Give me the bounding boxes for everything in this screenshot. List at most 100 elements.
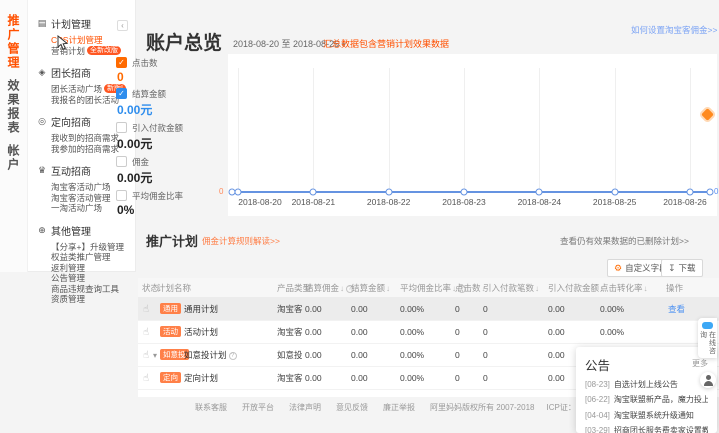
plan-type-badge-label: 定向 xyxy=(160,372,181,383)
footer-link[interactable]: 法律声明 xyxy=(289,403,321,412)
column-header-8[interactable]: 引入付款笔数↓ xyxy=(483,278,539,299)
thumb-up-icon[interactable]: ☝ xyxy=(143,344,149,367)
metric-checkbox-row[interactable]: ✓结算金额 xyxy=(116,87,226,100)
x-axis-label: 2018-08-24 xyxy=(509,197,569,207)
footer-link[interactable]: 联系客服 xyxy=(195,403,227,412)
metric-checkbox-row[interactable]: 引入付款金额 xyxy=(116,121,226,134)
sidebar-item[interactable]: 公告管理 xyxy=(51,273,136,284)
sidebar-item-label: 淘宝客活动广场 xyxy=(51,182,111,192)
x-axis-label: 2018-08-23 xyxy=(434,197,494,207)
commission-rule-link[interactable]: 佣金计算规则解读>> xyxy=(202,235,280,247)
data-point-marker xyxy=(707,189,714,196)
sidebar-collapse-button[interactable]: ‹ xyxy=(117,20,128,31)
table-row[interactable]: ☝通用通用计划淘宝客0.000.000.00%000.000.00%查看 xyxy=(138,298,719,321)
sidebar-section-header[interactable]: ⊕其他管理 xyxy=(37,223,136,238)
cell-product: 淘宝客 xyxy=(277,298,303,321)
download-button[interactable]: ↧下载 xyxy=(661,259,703,277)
sidebar-item[interactable]: 返利管理 xyxy=(51,263,136,274)
cell-pay_amount: 0.00 xyxy=(548,298,565,321)
plan-name: 活动计划 xyxy=(184,321,218,344)
data-point-marker xyxy=(310,189,317,196)
sidebar-item[interactable]: 权益类推广管理 xyxy=(51,252,136,263)
sidebar-item[interactable]: 【分享+】升级管理 xyxy=(51,242,136,253)
table-row[interactable]: ☝活动活动计划淘宝客0.000.000.00%000.000.00% xyxy=(138,321,719,344)
footer-link[interactable]: 廉正举报 xyxy=(383,403,415,412)
chevron-down-icon[interactable]: ▾ xyxy=(153,344,157,367)
deleted-plans-link[interactable]: 查看仍有效果数据的已删除计划>> xyxy=(560,235,689,247)
module-rail: 推广管理效果报表帐户 xyxy=(0,0,28,272)
column-header-10[interactable]: 点击转化率↓ xyxy=(600,278,648,299)
chart-gridline xyxy=(313,68,314,191)
footer-link[interactable]: 开放平台 xyxy=(242,403,274,412)
announcements-more-link[interactable]: 更多 xyxy=(692,358,708,369)
plans-section-title: 推广计划 xyxy=(146,231,198,250)
customer-service-icon[interactable] xyxy=(700,372,716,388)
metric-block-4: 佣金0.00元 xyxy=(116,155,226,186)
new-badge: 全新改版 xyxy=(87,46,121,55)
checkbox-icon[interactable]: ✓ xyxy=(116,57,127,68)
view-link[interactable]: 查看 xyxy=(668,298,685,321)
checkbox-icon[interactable] xyxy=(116,122,127,133)
cell-product: 淘宝客 xyxy=(277,367,303,390)
cell-avg_rate: 0.00% xyxy=(400,344,424,367)
data-point-marker xyxy=(235,189,242,196)
checkbox-icon[interactable] xyxy=(116,156,127,167)
sidebar-item-label: 我收到的招商需求 xyxy=(51,133,119,143)
sidebar-item[interactable]: 营销计划全新改版 xyxy=(51,46,136,57)
announcement-item[interactable]: [03-29]招商团长服务费卖家设置教程 xyxy=(585,425,708,433)
sidebar-item[interactable]: 商品违规查询工具 xyxy=(51,284,136,295)
column-header-4[interactable]: 结算佣金↓? xyxy=(305,278,354,299)
rail-tab-3[interactable]: 帐户 xyxy=(5,144,22,172)
announcement-item[interactable]: [08-23]自选计划上线公告 xyxy=(585,379,708,390)
metric-checkbox-row[interactable]: ✓点击数 xyxy=(116,56,226,69)
info-icon[interactable]: ? xyxy=(229,352,237,360)
commission-help-link[interactable]: 如何设置淘宝客佣金>> xyxy=(631,24,717,36)
chart-gridline xyxy=(690,68,691,191)
checkbox-icon[interactable] xyxy=(116,190,127,201)
column-header-2: 计划名称 xyxy=(157,278,191,298)
announcement-item[interactable]: [04-04]淘宝联盟系统升级通知 xyxy=(585,410,708,421)
column-header-9[interactable]: 引入付款金额↓ xyxy=(548,278,604,299)
metric-checkbox-row[interactable]: 佣金 xyxy=(116,155,226,168)
footer-link[interactable]: 意见反馈 xyxy=(336,403,368,412)
sort-desc-icon[interactable]: ↓ xyxy=(340,284,344,293)
metric-checkbox-row[interactable]: 平均佣金比率 xyxy=(116,189,226,202)
cell-pay_count: 0 xyxy=(483,298,488,321)
announcement-item[interactable]: [06-22]淘宝联盟新产品，魔力投上线啦 xyxy=(585,394,708,405)
cell-product: 淘宝客 xyxy=(277,321,303,344)
rail-tab-2[interactable]: 效果报表 xyxy=(5,79,22,135)
announcements-title: 公告 xyxy=(585,355,708,374)
sort-desc-icon[interactable]: ↓ xyxy=(386,284,390,293)
sort-desc-icon[interactable]: ↓ xyxy=(535,284,539,293)
cell-avg_rate: 0.00% xyxy=(400,298,424,321)
cell-cvr: 0.00% xyxy=(600,298,624,321)
column-header-5[interactable]: 结算金额↓ xyxy=(351,278,390,299)
plan-type-badge-label: 活动 xyxy=(160,326,181,337)
sidebar-item-label: 一淘活动广场 xyxy=(51,203,102,213)
x-axis-label: 2018-08-20 xyxy=(230,197,290,207)
cell-settle_commission: 0.00 xyxy=(305,344,322,367)
announcement-date: [06-22] xyxy=(585,395,610,404)
footer: 联系客服开放平台法律声明意见反馈廉正举报阿里妈妈版权所有 2007-2018IC… xyxy=(195,402,632,413)
online-chat-widget[interactable]: 在线咨询 xyxy=(698,318,717,358)
sidebar-section-title: 团长招商 xyxy=(51,65,91,80)
thumb-up-icon[interactable]: ☝ xyxy=(143,367,149,390)
sort-desc-icon[interactable]: ↓ xyxy=(644,284,648,293)
sidebar-item[interactable]: CPS计划管理 xyxy=(51,35,136,46)
rail-tab-1[interactable]: 推广管理 xyxy=(5,14,22,70)
document-icon: ▤ xyxy=(37,18,47,29)
sidebar-item-label: 我参加的招商需求 xyxy=(51,144,119,154)
cell-settle_commission: 0.00 xyxy=(305,298,322,321)
column-label: 计划名称 xyxy=(157,283,191,293)
data-point-marker xyxy=(687,189,694,196)
announcement-text: 招商团长服务费卖家设置教程 xyxy=(614,426,708,433)
column-label: 点击转化率 xyxy=(600,283,643,293)
thumb-up-icon[interactable]: ☝ xyxy=(143,298,149,321)
thumb-up-icon[interactable]: ☝ xyxy=(143,321,149,344)
download-label: 下载 xyxy=(679,262,696,274)
column-header-7[interactable]: 点击数↓ xyxy=(455,278,486,299)
checkbox-icon[interactable]: ✓ xyxy=(116,88,127,99)
metric-value: 0.00元 xyxy=(117,101,226,118)
sidebar-item[interactable]: 资质管理 xyxy=(51,294,136,305)
cell-settle_amount: 0.00 xyxy=(351,344,368,367)
